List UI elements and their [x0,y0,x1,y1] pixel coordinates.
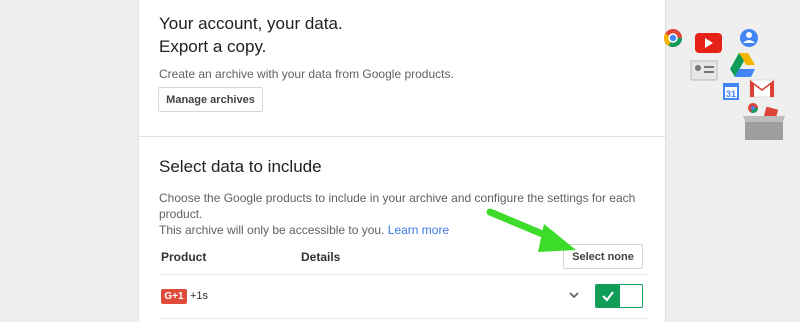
takeout-card: Your account, your data. Export a copy. … [138,0,785,322]
profile-icon [740,29,758,47]
chevron-down-icon[interactable] [568,289,580,301]
header-row-divider [159,274,647,275]
google-products-illustration: 31 [663,29,785,140]
product-name: +1s [190,290,209,302]
drive-icon [730,53,755,77]
manage-archives-button[interactable]: Manage archives [158,87,263,112]
page-headline: Your account, your data. Export a copy. [159,12,343,58]
gplus-icon: G+1 [161,289,187,304]
description-text: This archive will only be accessible to … [159,223,385,237]
green-arrow-icon [486,208,576,252]
chrome-small-icon [748,103,758,113]
learn-more-link[interactable]: Learn more [388,223,449,237]
chrome-icon [663,29,682,48]
product-row-divider [159,318,647,319]
column-header-product: Product [161,250,207,264]
toggle-on-segment [596,285,620,307]
select-data-title: Select data to include [159,157,322,176]
include-toggle[interactable] [595,284,643,308]
headline-line-2: Export a copy. [159,37,267,56]
youtube-icon [695,33,722,53]
calendar-icon: 31 [723,83,739,100]
gmail-icon [749,79,775,98]
archive-box-icon [743,106,785,140]
headline-line-1: Your account, your data. [159,14,343,33]
contacts-icon [690,60,718,81]
svg-text:31: 31 [726,89,736,99]
archive-description: Create an archive with your data from Go… [159,67,454,81]
checkmark-icon [602,291,614,302]
section-divider [139,136,665,137]
column-header-details: Details [301,250,341,264]
